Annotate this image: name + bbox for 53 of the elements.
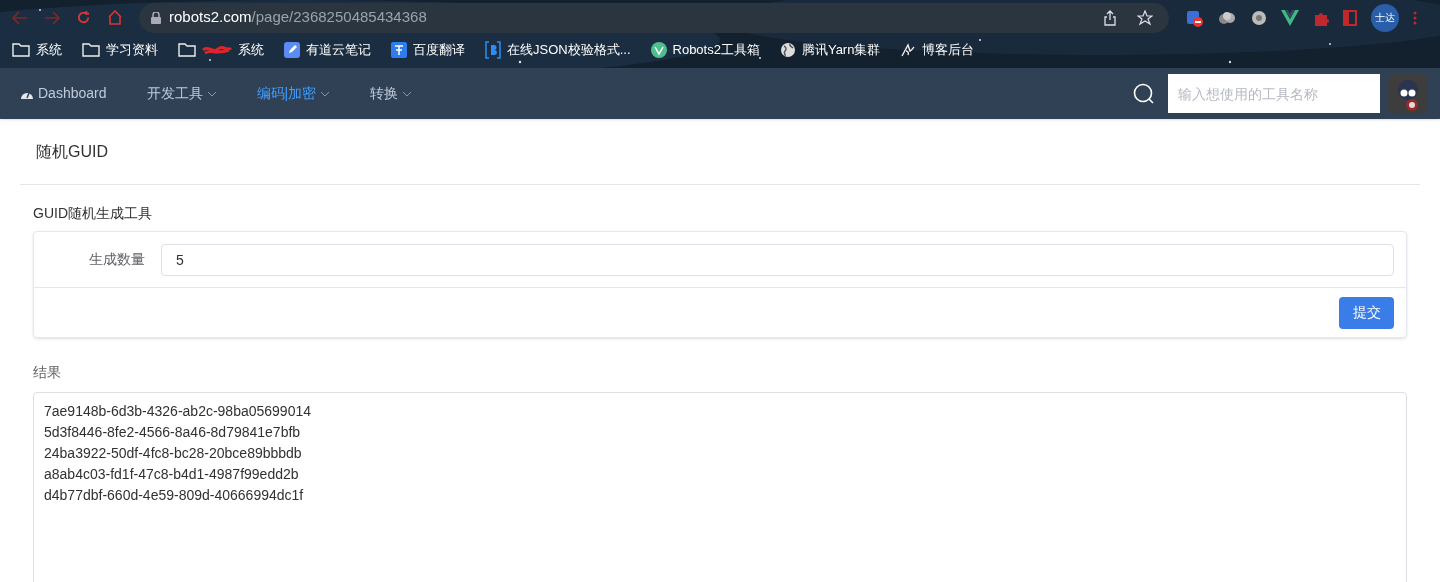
cloud-icon[interactable] (1217, 9, 1237, 26)
nav-menu-item[interactable]: Dashboard (38, 83, 107, 104)
nav-menu-item[interactable]: 转换 (370, 83, 399, 104)
vue-icon[interactable] (1281, 9, 1299, 26)
avatar-icon[interactable] (1388, 73, 1428, 114)
reload-icon[interactable] (76, 10, 91, 25)
page-title: 随机GUID (36, 141, 108, 162)
chevron-down-icon (320, 90, 331, 97)
guid-text: 5d3f8446-8fe2-4566-8a46-8d79841e7bfb (44, 423, 301, 442)
bookmark-link[interactable]: 系统 (238, 40, 264, 60)
bookmark-link[interactable]: 博客后台 (922, 40, 975, 60)
bookmark-link[interactable]: Robots2工具箱 (672, 40, 760, 60)
translate-icon (391, 42, 407, 58)
folder-icon (82, 43, 100, 57)
quantity-field[interactable]: 5 (161, 243, 1394, 276)
extension-icon[interactable] (1185, 8, 1203, 27)
guid-text: 24ba3922-50df-4fc8-bc28-20bce89bbbdb (44, 444, 302, 463)
vue-icon (650, 42, 667, 58)
bookmark-link[interactable]: 百度翻译 (413, 40, 465, 60)
share-icon[interactable] (1103, 9, 1117, 26)
bookmark-link[interactable]: 学习资料 (106, 40, 158, 60)
bookmark-link[interactable]: 在线JSON校验格式... (507, 40, 631, 60)
note-icon (284, 42, 300, 58)
more-icon[interactable] (1413, 9, 1417, 26)
nav-menu-item[interactable]: 开发工具 (146, 83, 203, 104)
sidebar-icon[interactable] (1343, 9, 1357, 26)
search-icon[interactable] (1132, 81, 1156, 106)
bookmark-link[interactable]: 腾讯Yarn集群 (801, 40, 881, 60)
submit-button[interactable]: 提交 (1339, 296, 1394, 329)
folder-icon (12, 43, 30, 57)
bookmark-link[interactable]: 系统 (36, 40, 62, 60)
redaction-scribble-icon (202, 44, 232, 56)
form-title: GUID随机生成工具 (33, 205, 152, 221)
bookmark-link[interactable]: 有道云笔记 (306, 40, 371, 60)
globe-icon (779, 42, 796, 58)
chevron-down-icon (206, 90, 217, 97)
home-icon[interactable] (107, 10, 123, 25)
guid-text: a8ab4c03-fd1f-47c8-b4d1-4987f99edd2b (44, 465, 299, 484)
address-bar[interactable]: robots2.com/page/2368250485434368 (139, 2, 1169, 33)
field-label: 生成数量 (89, 250, 146, 269)
search-field[interactable]: 输入想使用的工具名称 (1168, 74, 1380, 113)
guid-text: 7ae9148b-6d3b-4326-ab2c-98ba05699014 (44, 402, 312, 421)
url-text: robots2.com/page/2368250485434368 (169, 7, 427, 28)
star-icon[interactable] (1137, 9, 1153, 26)
nav-menu-item[interactable]: 编码|加密 (256, 83, 317, 104)
result-label: 结果 (33, 364, 61, 380)
folder-icon (178, 43, 196, 57)
result-field[interactable]: 7ae9148b-6d3b-4326-ab2c-98ba05699014 5d3f8446-8fe2-4566-8a46-8d79841e7bfb 24ba3922-50df-4fc8-bc28-20bce89bbbdb a8ab4c03-fd1f-47c8-b4d1-4987f99edd2b d4b77dbf-660d-4e59-809d-40666994dc1f (33, 392, 1407, 582)
guid-text: d4b77dbf-660d-4e59-809d-40666994dc1f (44, 486, 304, 505)
chevron-down-icon (402, 90, 413, 97)
lock-icon (151, 11, 161, 24)
extension-icon[interactable] (1251, 9, 1267, 26)
bracket-b-icon (485, 41, 501, 59)
